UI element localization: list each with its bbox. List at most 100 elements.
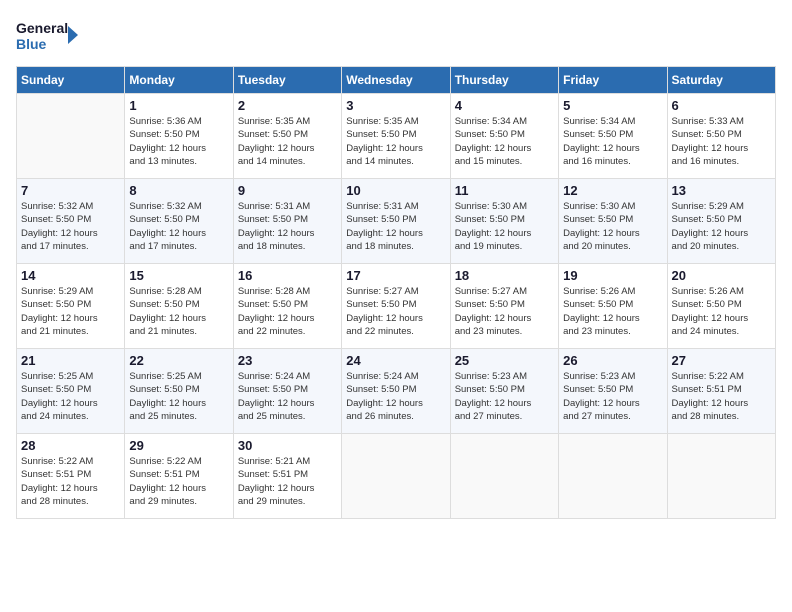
calendar-cell: 30 Sunrise: 5:21 AM Sunset: 5:51 PM Dayli… [233,434,341,519]
day-info: Sunrise: 5:23 AM Sunset: 5:50 PM Dayligh… [563,370,662,423]
calendar-cell: 2 Sunrise: 5:35 AM Sunset: 5:50 PM Daylig… [233,94,341,179]
day-number: 20 [672,268,771,283]
day-number: 29 [129,438,228,453]
calendar-cell: 9Sunrise: 5:31 AM Sunset: 5:50 PM Daylig… [233,179,341,264]
calendar-cell: 5 Sunrise: 5:34 AM Sunset: 5:50 PM Daylig… [559,94,667,179]
day-info: Sunrise: 5:36 AM Sunset: 5:50 PM Dayligh… [129,115,228,168]
day-info: Sunrise: 5:34 AM Sunset: 5:50 PM Dayligh… [563,115,662,168]
day-number: 3 [346,98,445,113]
day-info: Sunrise: 5:30 AM Sunset: 5:50 PM Dayligh… [563,200,662,253]
calendar-cell: 29 Sunrise: 5:22 AM Sunset: 5:51 PM Dayli… [125,434,233,519]
calendar-cell: 7Sunrise: 5:32 AM Sunset: 5:50 PM Daylig… [17,179,125,264]
day-info: Sunrise: 5:33 AM Sunset: 5:50 PM Dayligh… [672,115,771,168]
day-number: 2 [238,98,337,113]
day-info: Sunrise: 5:35 AM Sunset: 5:50 PM Dayligh… [346,115,445,168]
day-number: 26 [563,353,662,368]
day-number: 14 [21,268,120,283]
calendar-cell: 4Sunrise: 5:34 AM Sunset: 5:50 PM Daylig… [450,94,558,179]
svg-text:General: General [16,20,68,36]
calendar-cell: 10 Sunrise: 5:31 AM Sunset: 5:50 PM Dayli… [342,179,450,264]
day-number: 1 [129,98,228,113]
day-number: 13 [672,183,771,198]
day-info: Sunrise: 5:25 AM Sunset: 5:50 PM Dayligh… [21,370,120,423]
day-number: 9 [238,183,337,198]
day-info: Sunrise: 5:29 AM Sunset: 5:50 PM Dayligh… [21,285,120,338]
calendar-cell: 15 Sunrise: 5:28 AM Sunset: 5:50 PM Dayli… [125,264,233,349]
calendar-cell: 12Sunrise: 5:30 AM Sunset: 5:50 PM Dayli… [559,179,667,264]
weekday-header-friday: Friday [559,67,667,94]
day-number: 10 [346,183,445,198]
day-number: 30 [238,438,337,453]
day-info: Sunrise: 5:34 AM Sunset: 5:50 PM Dayligh… [455,115,554,168]
weekday-header-thursday: Thursday [450,67,558,94]
day-info: Sunrise: 5:24 AM Sunset: 5:50 PM Dayligh… [346,370,445,423]
calendar-cell: 18 Sunrise: 5:27 AM Sunset: 5:50 PM Dayli… [450,264,558,349]
day-number: 8 [129,183,228,198]
day-info: Sunrise: 5:27 AM Sunset: 5:50 PM Dayligh… [455,285,554,338]
day-number: 17 [346,268,445,283]
day-number: 5 [563,98,662,113]
logo-svg: GeneralBlue [16,16,86,54]
day-number: 11 [455,183,554,198]
day-number: 24 [346,353,445,368]
day-info: Sunrise: 5:21 AM Sunset: 5:51 PM Dayligh… [238,455,337,508]
day-number: 23 [238,353,337,368]
weekday-header-wednesday: Wednesday [342,67,450,94]
day-info: Sunrise: 5:23 AM Sunset: 5:50 PM Dayligh… [455,370,554,423]
day-info: Sunrise: 5:22 AM Sunset: 5:51 PM Dayligh… [672,370,771,423]
calendar-cell [17,94,125,179]
calendar-cell: 20 Sunrise: 5:26 AM Sunset: 5:50 PM Dayli… [667,264,775,349]
day-number: 19 [563,268,662,283]
weekday-header-sunday: Sunday [17,67,125,94]
calendar-cell: 1 Sunrise: 5:36 AM Sunset: 5:50 PM Daylig… [125,94,233,179]
day-info: Sunrise: 5:24 AM Sunset: 5:50 PM Dayligh… [238,370,337,423]
day-info: Sunrise: 5:26 AM Sunset: 5:50 PM Dayligh… [563,285,662,338]
day-number: 16 [238,268,337,283]
week-row-3: 14 Sunrise: 5:29 AM Sunset: 5:50 PM Dayli… [17,264,776,349]
calendar-cell: 21 Sunrise: 5:25 AM Sunset: 5:50 PM Dayli… [17,349,125,434]
day-info: Sunrise: 5:32 AM Sunset: 5:50 PM Dayligh… [129,200,228,253]
day-info: Sunrise: 5:26 AM Sunset: 5:50 PM Dayligh… [672,285,771,338]
logo: GeneralBlue [16,16,86,54]
calendar-cell: 24 Sunrise: 5:24 AM Sunset: 5:50 PM Dayli… [342,349,450,434]
calendar-cell: 13 Sunrise: 5:29 AM Sunset: 5:50 PM Dayli… [667,179,775,264]
day-info: Sunrise: 5:35 AM Sunset: 5:50 PM Dayligh… [238,115,337,168]
day-number: 25 [455,353,554,368]
calendar-cell: 19 Sunrise: 5:26 AM Sunset: 5:50 PM Dayli… [559,264,667,349]
calendar-cell: 11 Sunrise: 5:30 AM Sunset: 5:50 PM Dayli… [450,179,558,264]
day-number: 22 [129,353,228,368]
day-info: Sunrise: 5:30 AM Sunset: 5:50 PM Dayligh… [455,200,554,253]
calendar-cell [342,434,450,519]
calendar-cell: 17 Sunrise: 5:27 AM Sunset: 5:50 PM Dayli… [342,264,450,349]
day-info: Sunrise: 5:25 AM Sunset: 5:50 PM Dayligh… [129,370,228,423]
day-number: 18 [455,268,554,283]
day-number: 15 [129,268,228,283]
calendar-cell [667,434,775,519]
day-info: Sunrise: 5:22 AM Sunset: 5:51 PM Dayligh… [21,455,120,508]
calendar-cell: 8 Sunrise: 5:32 AM Sunset: 5:50 PM Daylig… [125,179,233,264]
calendar-cell: 27Sunrise: 5:22 AM Sunset: 5:51 PM Dayli… [667,349,775,434]
calendar-cell: 26 Sunrise: 5:23 AM Sunset: 5:50 PM Dayli… [559,349,667,434]
day-info: Sunrise: 5:32 AM Sunset: 5:50 PM Dayligh… [21,200,120,253]
day-info: Sunrise: 5:29 AM Sunset: 5:50 PM Dayligh… [672,200,771,253]
weekday-header-monday: Monday [125,67,233,94]
day-number: 21 [21,353,120,368]
week-row-2: 7Sunrise: 5:32 AM Sunset: 5:50 PM Daylig… [17,179,776,264]
calendar-cell: 28Sunrise: 5:22 AM Sunset: 5:51 PM Dayli… [17,434,125,519]
day-number: 6 [672,98,771,113]
page-header: GeneralBlue [16,16,776,54]
day-info: Sunrise: 5:27 AM Sunset: 5:50 PM Dayligh… [346,285,445,338]
day-info: Sunrise: 5:31 AM Sunset: 5:50 PM Dayligh… [346,200,445,253]
day-info: Sunrise: 5:22 AM Sunset: 5:51 PM Dayligh… [129,455,228,508]
calendar-cell: 25 Sunrise: 5:23 AM Sunset: 5:50 PM Dayli… [450,349,558,434]
calendar-cell: 23 Sunrise: 5:24 AM Sunset: 5:50 PM Dayli… [233,349,341,434]
calendar-cell: 3 Sunrise: 5:35 AM Sunset: 5:50 PM Daylig… [342,94,450,179]
weekday-header-row: SundayMondayTuesdayWednesdayThursdayFrid… [17,67,776,94]
week-row-1: 1 Sunrise: 5:36 AM Sunset: 5:50 PM Daylig… [17,94,776,179]
calendar-cell [450,434,558,519]
calendar-cell: 16Sunrise: 5:28 AM Sunset: 5:50 PM Dayli… [233,264,341,349]
svg-text:Blue: Blue [16,36,47,52]
calendar-cell [559,434,667,519]
day-info: Sunrise: 5:28 AM Sunset: 5:50 PM Dayligh… [129,285,228,338]
calendar-cell: 6 Sunrise: 5:33 AM Sunset: 5:50 PM Daylig… [667,94,775,179]
